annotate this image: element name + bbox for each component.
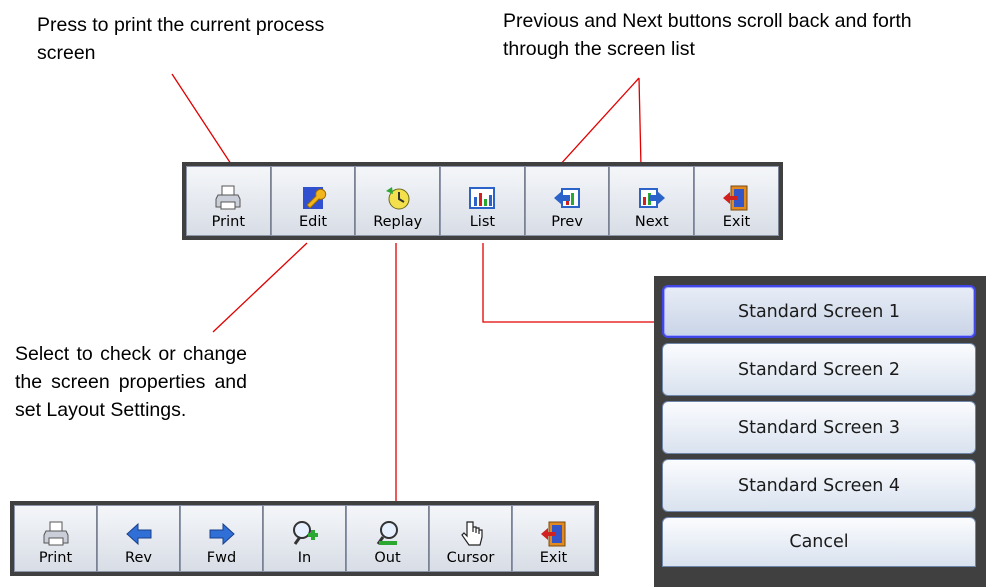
cancel-button[interactable]: Cancel	[662, 517, 976, 567]
next-screen-icon	[637, 183, 667, 213]
replay-print-button[interactable]: Print	[14, 505, 97, 572]
screen-list-item[interactable]: Standard Screen 2	[662, 343, 976, 396]
exit-door-icon	[721, 183, 751, 213]
prev-callout-line	[557, 77, 640, 168]
replay-label: Replay	[373, 214, 423, 230]
edit-callout-line	[212, 242, 308, 333]
exit-label: Exit	[722, 214, 751, 230]
printer-icon	[41, 519, 71, 549]
cursor-label: Cursor	[446, 550, 495, 566]
replay-toolbar: Print Rev Fwd In Out Cursor Exit	[10, 501, 599, 576]
wrench-icon	[298, 183, 328, 213]
edit-label: Edit	[298, 214, 328, 230]
replay-exit-label: Exit	[539, 550, 568, 566]
fwd-label: Fwd	[206, 550, 237, 566]
cursor-button[interactable]: Cursor	[429, 505, 512, 572]
printer-icon	[213, 183, 243, 213]
list-label: List	[469, 214, 496, 230]
arrow-right-icon	[207, 519, 237, 549]
fwd-button[interactable]: Fwd	[180, 505, 263, 572]
prev-label: Prev	[551, 214, 583, 230]
screen-list-menu: Standard Screen 1 Standard Screen 2 Stan…	[654, 276, 986, 587]
exit-door-icon	[539, 519, 569, 549]
screen-list-icon	[467, 183, 497, 213]
process-screen-toolbar: Print Edit Replay List Prev Next Exit	[182, 162, 783, 240]
previous-screen-icon	[552, 183, 582, 213]
replay-clock-icon	[383, 183, 413, 213]
exit-button[interactable]: Exit	[694, 166, 779, 236]
hand-cursor-icon	[456, 519, 486, 549]
screen-list-item[interactable]: Standard Screen 1	[662, 285, 976, 338]
zoom-out-icon	[373, 519, 403, 549]
arrow-left-icon	[124, 519, 154, 549]
screen-list-item[interactable]: Standard Screen 3	[662, 401, 976, 454]
replay-exit-button[interactable]: Exit	[512, 505, 595, 572]
print-label: Print	[211, 214, 246, 230]
prev-button[interactable]: Prev	[524, 166, 610, 236]
list-callout-line	[482, 243, 654, 323]
next-label: Next	[634, 214, 669, 230]
zoom-out-label: Out	[374, 550, 401, 566]
replay-print-label: Print	[38, 550, 73, 566]
zoom-in-label: In	[297, 550, 312, 566]
rev-button[interactable]: Rev	[97, 505, 180, 572]
screen-list-item[interactable]: Standard Screen 4	[662, 459, 976, 512]
edit-button[interactable]: Edit	[270, 166, 356, 236]
print-button[interactable]: Print	[186, 166, 271, 236]
replay-button[interactable]: Replay	[355, 166, 441, 236]
next-button[interactable]: Next	[609, 166, 695, 236]
zoom-out-button[interactable]: Out	[346, 505, 429, 572]
rev-label: Rev	[125, 550, 152, 566]
next-callout-line	[638, 77, 642, 168]
zoom-in-icon	[290, 519, 320, 549]
list-button[interactable]: List	[440, 166, 525, 236]
print-callout-line	[171, 73, 234, 168]
zoom-in-button[interactable]: In	[263, 505, 346, 572]
